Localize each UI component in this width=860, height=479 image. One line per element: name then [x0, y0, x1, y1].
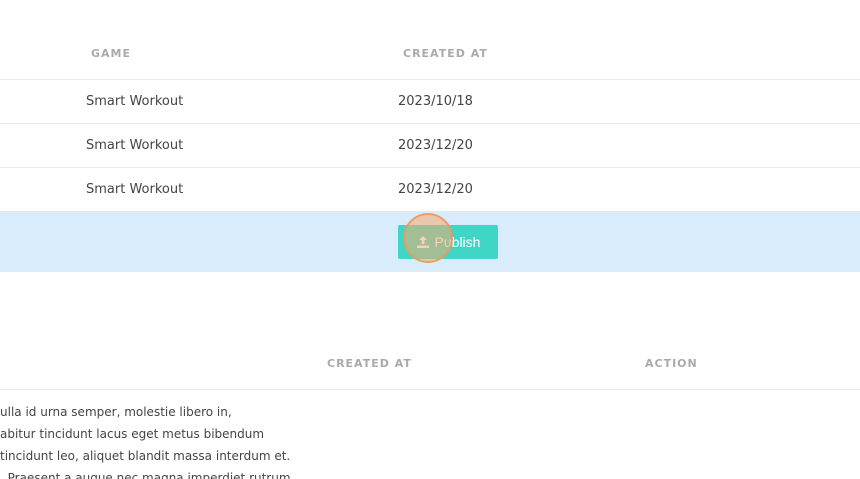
- publish-button[interactable]: Publish: [398, 225, 498, 259]
- upload-icon: [416, 236, 429, 248]
- publish-label: Publish: [434, 234, 481, 250]
- description-line: tincidunt leo, aliquet blandit massa int…: [0, 449, 291, 463]
- header-divider: [0, 389, 860, 390]
- created-at-cell: 2023/12/20: [398, 138, 473, 153]
- description-line: abitur tincidunt lacus eget metus bibend…: [0, 427, 265, 441]
- game-cell: Smart Workout: [86, 182, 184, 197]
- table-row[interactable]: Smart Workout 2023/12/20: [0, 167, 860, 212]
- game-cell: Smart Workout: [86, 94, 184, 109]
- created-at-cell: 2023/10/18: [398, 94, 473, 109]
- created-at-cell: 2023/12/20: [398, 182, 473, 197]
- publish-row: Publish: [0, 211, 860, 272]
- column-header-action[interactable]: ACTION: [645, 357, 698, 370]
- row-divider: [0, 271, 860, 272]
- description-line: ulla id urna semper, molestie libero in,: [0, 405, 232, 419]
- column-header-created-at[interactable]: CREATED AT: [327, 357, 412, 370]
- column-header-game[interactable]: GAME: [91, 47, 131, 60]
- table-row[interactable]: Smart Workout 2023/12/20: [0, 123, 860, 168]
- page: GAME CREATED AT Smart Workout 2023/10/18…: [0, 0, 860, 479]
- table-row[interactable]: Smart Workout 2023/10/18: [0, 79, 860, 124]
- game-cell: Smart Workout: [86, 138, 184, 153]
- description-line: . Praesent a augue nec magna imperdiet r…: [0, 471, 295, 479]
- column-header-created-at[interactable]: CREATED AT: [403, 47, 488, 60]
